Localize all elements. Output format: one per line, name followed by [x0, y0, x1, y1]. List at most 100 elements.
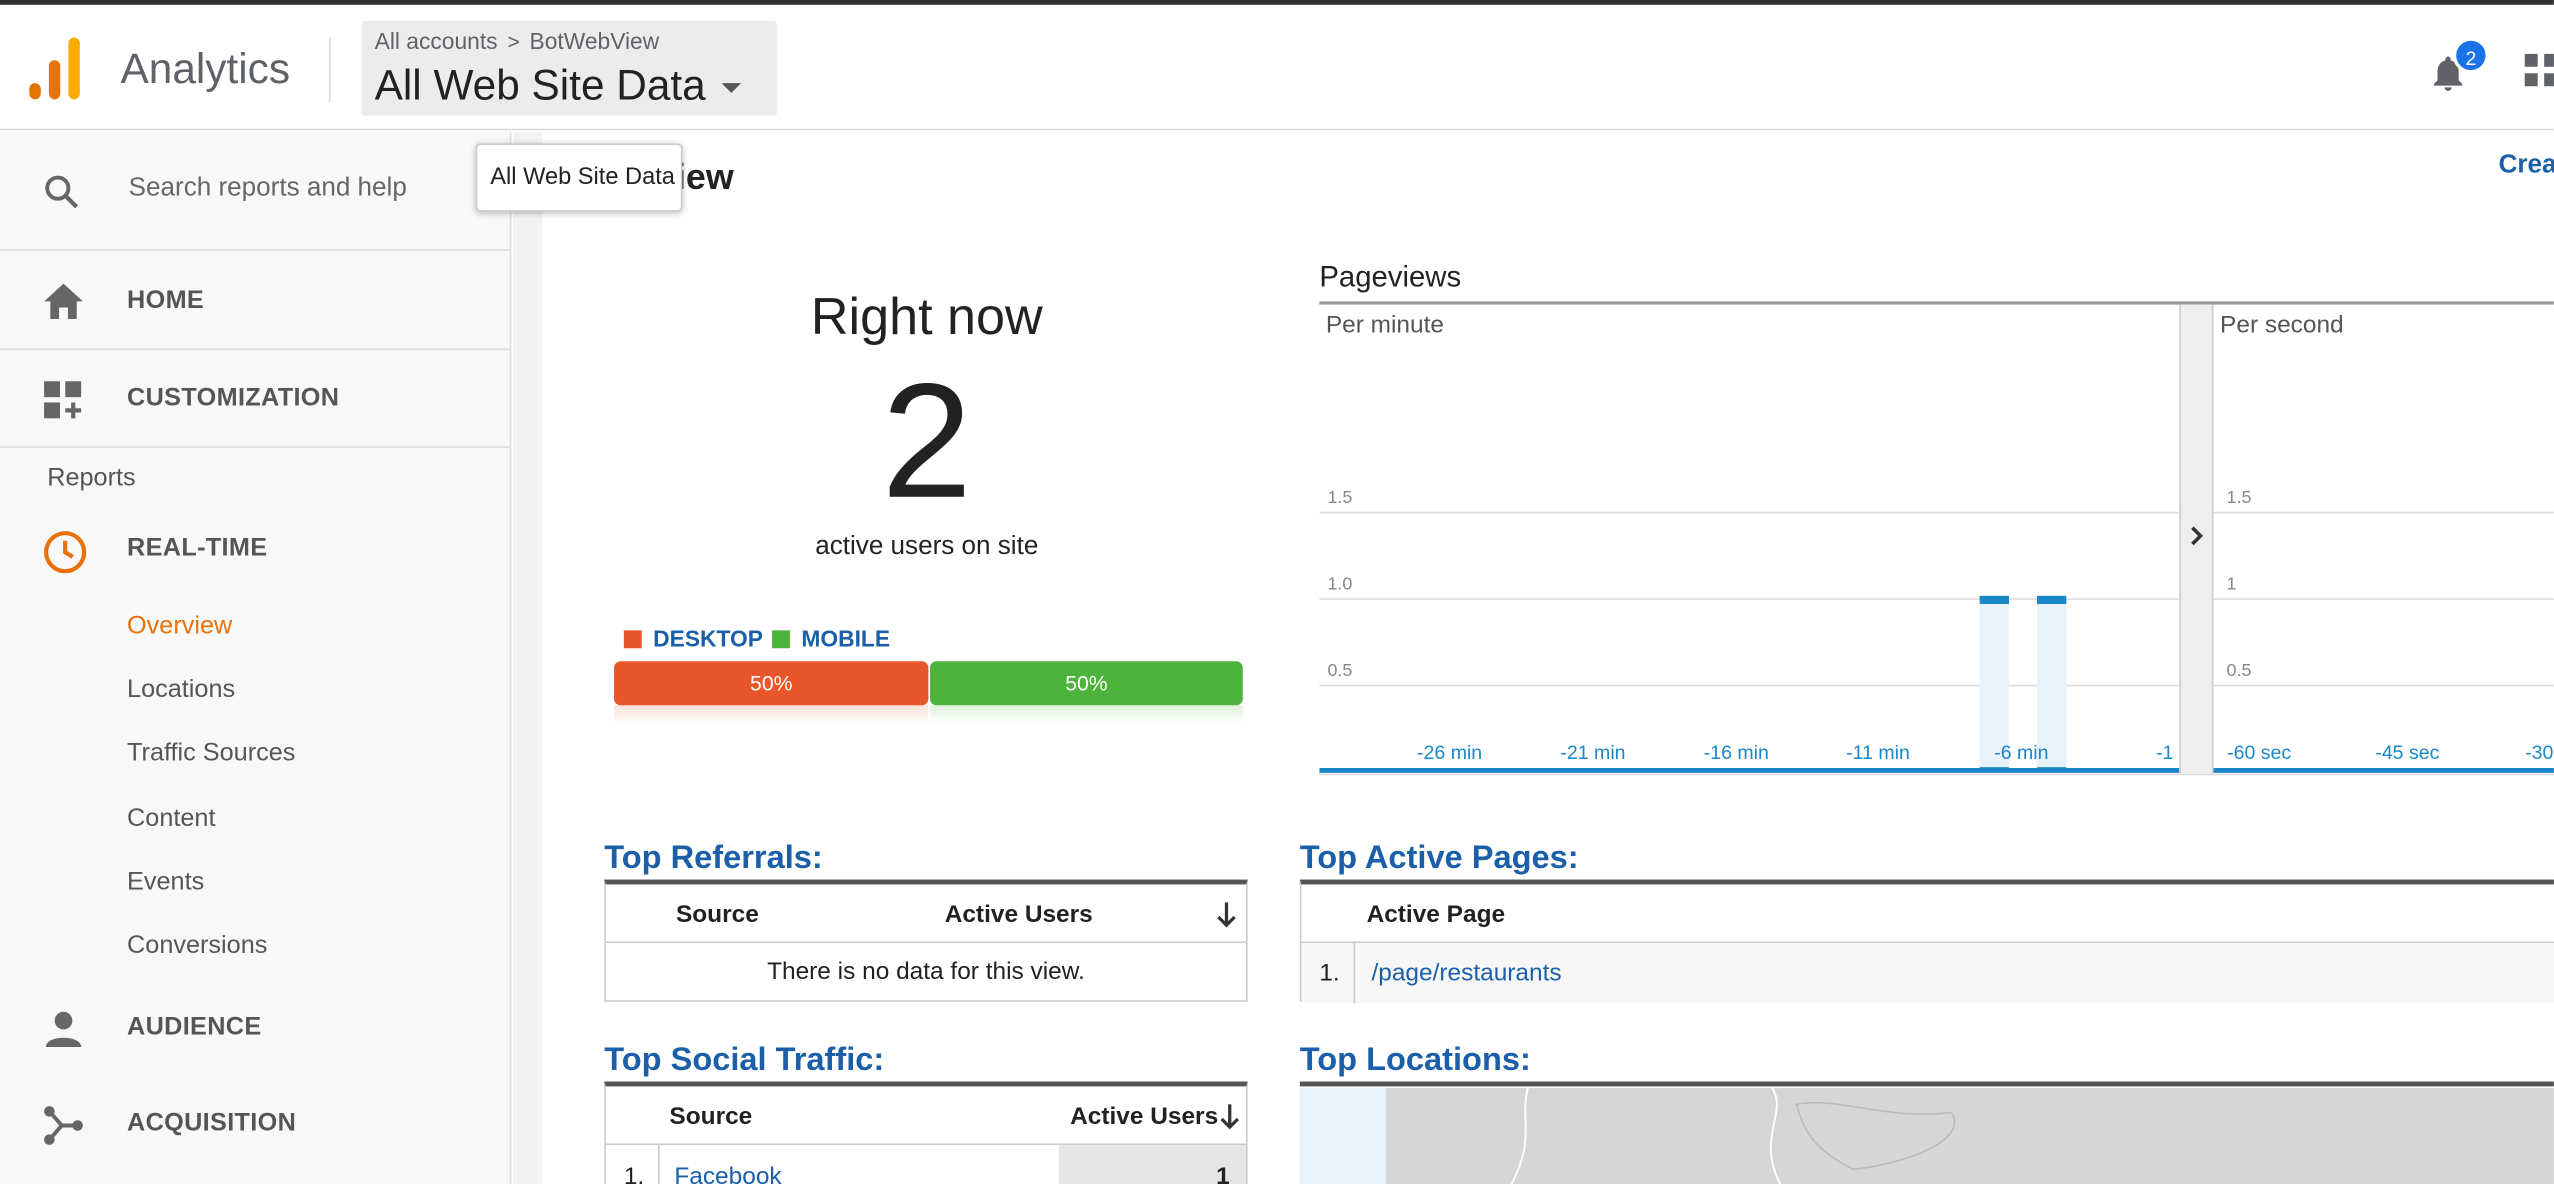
home-icon [42, 282, 84, 329]
mobile-swatch [772, 630, 790, 649]
legend-mobile: MOBILE [772, 625, 891, 652]
x-tick-label: -11 min [1846, 742, 1910, 764]
sidebar-item-label: AUDIENCE [127, 1013, 262, 1041]
apps-grid-icon[interactable] [2524, 53, 2554, 95]
sidebar-item-conversions[interactable]: Conversions [127, 932, 267, 961]
top-active-pages-title: Top Active Pages: [1299, 840, 1579, 877]
view-name: All Web Site Data [374, 60, 706, 110]
sidebar-item-home[interactable]: HOME [0, 252, 510, 350]
top-social-table: Source Active Users 1. Facebook 1 [604, 1081, 1248, 1184]
mobile-bar-reflection [930, 705, 1243, 725]
sidebar-item-acquisition[interactable]: ACQUISITION [0, 1075, 510, 1173]
sort-descending-icon[interactable] [1215, 901, 1238, 938]
sidebar-item-traffic-sources[interactable]: Traffic Sources [127, 739, 295, 768]
map-highlight [1299, 1088, 1387, 1184]
sidebar-item-realtime[interactable]: REAL-TIME [0, 500, 510, 598]
view-name-tooltip: All Web Site Data [475, 143, 683, 212]
bar-value-mark [1979, 595, 2009, 604]
create-shortcut-link[interactable]: Crea [2499, 151, 2554, 180]
top-referrals-title: Top Referrals: [604, 840, 823, 877]
desktop-swatch [623, 630, 642, 649]
sidebar-item-audience[interactable]: AUDIENCE [0, 979, 510, 1077]
sidebar-item-overview[interactable]: Overview [127, 612, 232, 641]
clock-icon [42, 529, 88, 583]
mobile-share-bar: 50% [930, 661, 1243, 706]
right-now-title: Right now [810, 286, 1043, 346]
x-tick-label: -45 sec [2375, 742, 2439, 764]
person-icon [42, 1008, 84, 1058]
logo-bar-small [29, 83, 41, 100]
logo-bar-large [68, 37, 80, 100]
map-borders [1510, 1088, 1956, 1184]
chevron-right-icon [2189, 524, 2205, 555]
table-row[interactable]: 1. Facebook 1 [606, 1145, 1247, 1184]
col-header-active-users[interactable]: Active Users [945, 901, 1093, 929]
account-selector[interactable]: All accounts > BotWebView All Web Site Dat… [361, 21, 777, 116]
locations-map[interactable] [1299, 1088, 2554, 1184]
social-source-link[interactable]: Facebook [674, 1163, 781, 1184]
x-tick-label: -30 [2525, 742, 2553, 764]
row-index-divider [1353, 943, 1356, 1004]
active-users-count: 2 [881, 350, 973, 533]
y-tick-label: 1.5 [1327, 487, 1352, 507]
col-header-active-users[interactable]: Active Users [1070, 1103, 1218, 1131]
sidebar-search[interactable]: Search reports and help [0, 132, 510, 251]
sort-descending-icon[interactable] [1218, 1103, 1241, 1140]
x-tick-label: -1 [2156, 742, 2173, 764]
row-index: 1. [623, 1162, 645, 1184]
sidebar: Search reports and help HOME CUSTOMIZATI… [0, 131, 512, 1184]
reports-section-header: Reports [47, 464, 136, 492]
y-tick-label: 1.5 [2227, 487, 2252, 507]
table-divider [605, 941, 1247, 944]
sidebar-item-label: HOME [127, 286, 205, 315]
desktop-bar-reflection [614, 705, 929, 725]
search-icon [42, 173, 81, 220]
sidebar-item-label: REAL-TIME [127, 534, 268, 562]
dropdown-caret-icon [722, 83, 742, 94]
y-tick-label: 1.0 [1327, 573, 1352, 593]
active-page-link[interactable]: /page/restaurants [1371, 959, 1561, 987]
chevron-right-icon: > [507, 29, 520, 54]
sidebar-item-label: ACQUISITION [127, 1109, 297, 1137]
col-header-active-page[interactable]: Active Page [1367, 901, 1506, 929]
sidebar-item-label: CUSTOMIZATION [127, 384, 340, 413]
bar-value-mark [2036, 595, 2067, 604]
app-header: Analytics All accounts > BotWebView All We… [0, 4, 2554, 131]
breadcrumb-root[interactable]: All accounts [375, 28, 498, 54]
analytics-logo-icon[interactable] [29, 37, 84, 100]
x-tick-label: -16 min [1704, 742, 1769, 764]
active-users-caption: active users on site [815, 532, 1039, 561]
sidebar-item-content[interactable]: Content [127, 805, 215, 834]
sidebar-item-customization[interactable]: CUSTOMIZATION [0, 350, 510, 448]
header-divider [329, 37, 331, 103]
account-breadcrumb: All accounts > BotWebView [375, 28, 660, 54]
x-tick-label: -26 min [1417, 742, 1482, 764]
locations-divider [1299, 1081, 2554, 1087]
view-selector[interactable]: All Web Site Data [375, 60, 742, 110]
logo-bar-medium [48, 60, 61, 100]
notification-count-badge: 2 [2452, 37, 2489, 74]
per-minute-chart: 0.5 1.0 1.5 -26 min -21 min -16 min -11 min -6 … [1319, 487, 2180, 773]
top-active-pages-table: Active Page 1. /page/restaurants [1299, 879, 2554, 1004]
search-input[interactable]: Search reports and help [129, 174, 407, 203]
sidebar-item-locations[interactable]: Locations [127, 676, 235, 705]
legend-mobile-label: MOBILE [801, 625, 891, 652]
col-header-source[interactable]: Source [669, 1103, 752, 1131]
col-header-source[interactable]: Source [676, 901, 759, 929]
x-tick-label: -6 min [1994, 742, 2048, 764]
top-referrals-table: Source Active Users There is no data for… [604, 879, 1248, 1002]
sidebar-divider [0, 446, 510, 448]
table-row[interactable]: 1. /page/restaurants [1301, 943, 2554, 1004]
breadcrumb-property[interactable]: BotWebView [529, 28, 659, 54]
analytics-app: Analytics All accounts > BotWebView All We… [0, 0, 2554, 1184]
y-tick-label: 0.5 [2227, 660, 2252, 680]
sidebar-item-events[interactable]: Events [127, 868, 204, 897]
empty-table-message: There is no data for this view. [767, 957, 1085, 986]
y-tick-label: 0.5 [1327, 660, 1352, 680]
x-tick-label: -60 sec [2227, 742, 2291, 764]
acquisition-icon [42, 1104, 84, 1154]
page-title: iew [675, 156, 734, 198]
top-social-title: Top Social Traffic: [604, 1042, 885, 1079]
pageviews-title: Pageviews [1319, 260, 1462, 294]
chart-expand-toggle[interactable] [2179, 304, 2214, 774]
